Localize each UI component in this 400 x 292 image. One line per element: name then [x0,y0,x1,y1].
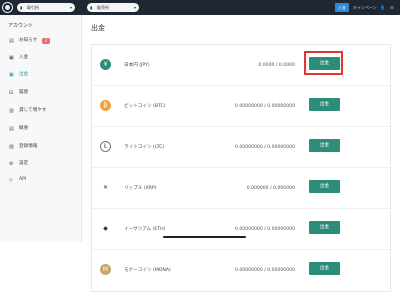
chevron-down-icon: ▾ [133,5,136,10]
page-title: 出金 [91,24,105,32]
logo-icon[interactable] [2,2,13,13]
history-icon: ⊟ [9,90,14,96]
list-item: M モナーコイン (MONA) 0.00000000 / 0.00000000 … [92,250,390,291]
chevron-down-icon: ▾ [69,5,72,10]
withdraw-icon: ▣ [9,72,14,78]
withdraw-button[interactable]: 出金 [309,180,340,193]
withdraw-button[interactable]: 出金 [309,139,340,152]
list-item: ◆ イーサリアム (ETH) 0.00000000 / 0.00000000 出… [92,209,390,250]
withdraw-button[interactable]: 出金 [309,98,340,111]
jpy-icon: ¥ [100,59,111,70]
ethereum-icon: ◆ [100,223,111,234]
sidebar-item-label: 登録情報 [19,144,38,149]
chart-bars-icon: ▮ [20,5,23,10]
profile-icon: ▨ [9,144,14,150]
currency-name: リップル (XRP) [124,186,157,191]
chart-bars-icon: ▮ [90,5,93,10]
sidebar: アカウント ▤ お知らせ 2 ▣ 入金 ▣ 出金 ⊟ 履歴 ▥ 貸して増やす ▤… [0,15,82,242]
sidebar-item-settings[interactable]: ⚙ 設定 [0,156,81,172]
sidebar-item-label: 出金 [19,72,29,77]
monacoin-icon: M [100,264,111,275]
list-item: ¥ 日本円 (JPY) 0.0000 / 0.0000 出金 [92,45,390,86]
ripple-icon: ✕ [100,182,111,193]
sidebar-item-profile[interactable]: ▨ 登録情報 [0,139,81,155]
sidebar-item-lend[interactable]: ▥ 貸して増やす [0,103,81,119]
sidebar-item-label: 概要 [19,126,29,131]
bitcoin-icon: ₿ [100,100,111,111]
withdraw-button[interactable]: 出金 [309,57,340,70]
withdraw-button[interactable]: 出金 [309,262,340,275]
notification-badge: 2 [42,38,50,44]
sidebar-item-api[interactable]: ◇ API [0,172,81,188]
balance-amount: 0.00000000 / 0.00000000 [235,268,295,273]
sidebar-item-withdraw[interactable]: ▣ 出金 [0,67,81,83]
balance-amount: 0.0000 / 0.0000 [258,63,295,68]
balance-amount: 0.000000 / 0.000000 [246,186,295,191]
user-icon[interactable]: 👤 [380,3,385,12]
list-item: ₿ ビットコイン (BTC) 0.00000000 / 0.00000000 出… [92,86,390,127]
api-icon: ◇ [9,177,13,183]
message-icon: ▤ [9,38,14,44]
sidebar-item-overview[interactable]: ▤ 概要 [0,121,81,137]
currency-name: ライトコイン (LTC) [124,145,165,150]
gear-icon: ⚙ [9,161,14,167]
litecoin-icon: Ł [100,141,111,152]
menu-icon[interactable]: ☰ [390,3,394,12]
deposit-button[interactable]: 入金 [335,3,349,12]
list-item: Ł ライトコイン (LTC) 0.00000000 / 0.00000000 出… [92,127,390,168]
exchange-selector[interactable]: ▮ 取引所 ▾ [17,3,75,12]
sales-label: 販売所 [97,5,109,10]
currency-name: イーサリアム (ETH) [124,227,166,232]
sidebar-item-history[interactable]: ⊟ 履歴 [0,85,81,101]
home-indicator [163,236,246,238]
currency-name: 日本円 (JPY) [124,63,150,68]
exchange-label: 取引所 [27,5,39,10]
top-bar: ▮ 取引所 ▾ ▮ 販売所 ▾ 入金 キャンペーン 👤 ☰ [0,0,400,15]
sidebar-item-label: API [19,177,27,182]
sidebar-item-label: 設定 [19,161,29,166]
list-item: ✕ リップル (XRP) 0.000000 / 0.000000 出金 [92,168,390,209]
sidebar-item-label: 履歴 [19,90,29,95]
lend-icon: ▥ [9,108,14,114]
campaign-link[interactable]: キャンペーン [353,3,377,12]
balance-amount: 0.00000000 / 0.00000000 [235,145,295,150]
sidebar-item-deposit[interactable]: ▣ 入金 [0,50,81,66]
balance-amount: 0.00000000 / 0.00000000 [235,227,295,232]
currency-list: ¥ 日本円 (JPY) 0.0000 / 0.0000 出金 ₿ ビットコイン … [91,44,391,292]
withdraw-button[interactable]: 出金 [309,221,340,234]
balance-amount: 0.00000000 / 0.00000000 [235,104,295,109]
sidebar-item-notifications[interactable]: ▤ お知らせ 2 [0,33,81,49]
sidebar-item-label: お知らせ [19,38,38,43]
sidebar-title: アカウント [8,23,34,29]
currency-name: ビットコイン (BTC) [124,104,166,109]
currency-name: モナーコイン (MONA) [124,268,171,273]
deposit-icon: ▣ [9,55,14,61]
sales-selector[interactable]: ▮ 販売所 ▾ [87,3,139,12]
sidebar-item-label: 貸して増やす [19,108,47,113]
overview-icon: ▤ [9,126,14,132]
sidebar-item-label: 入金 [19,55,29,60]
